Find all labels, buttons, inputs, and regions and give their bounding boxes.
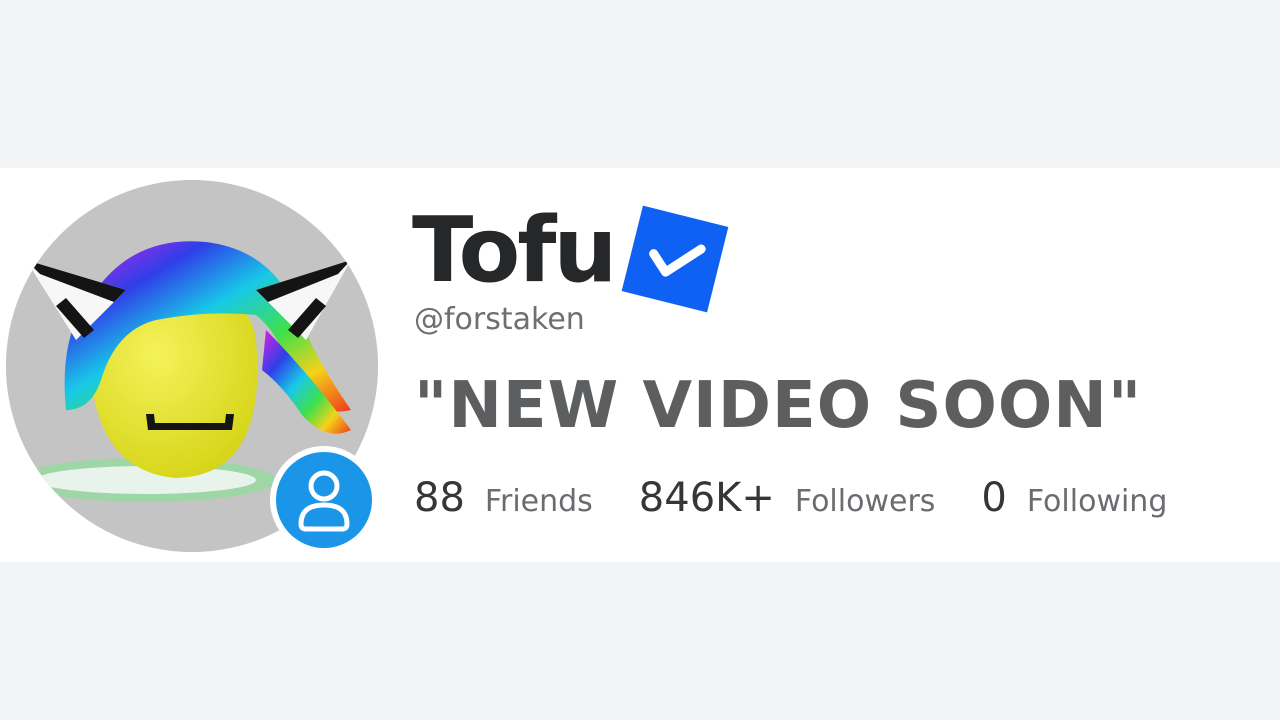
profile-header: Tofu @forstaken "NEW VIDEO SOON" 88 Frie… <box>0 168 1280 562</box>
following-stat[interactable]: 0 Following <box>981 475 1167 521</box>
followers-stat[interactable]: 846K+ Followers <box>639 475 936 521</box>
presence-badge-inner <box>276 452 372 548</box>
username: @forstaken <box>414 302 585 337</box>
checkmark-icon <box>648 244 706 277</box>
friends-stat[interactable]: 88 Friends <box>414 475 593 521</box>
following-label: Following <box>1026 484 1168 519</box>
friends-label: Friends <box>484 484 593 519</box>
followers-count: 846K+ <box>638 475 775 521</box>
person-icon <box>298 470 350 532</box>
status-text: "NEW VIDEO SOON" <box>414 369 1143 443</box>
following-count: 0 <box>981 475 1007 521</box>
presence-badge <box>270 446 378 554</box>
page: Tofu @forstaken "NEW VIDEO SOON" 88 Frie… <box>0 0 1280 720</box>
profile-stats: 88 Friends 846K+ Followers 0 Following <box>414 472 1213 524</box>
display-name: Tofu <box>412 198 617 303</box>
friends-count: 88 <box>414 475 465 521</box>
verified-badge-icon <box>621 205 728 313</box>
display-name-row: Tofu <box>412 196 728 313</box>
followers-label: Followers <box>794 484 936 519</box>
